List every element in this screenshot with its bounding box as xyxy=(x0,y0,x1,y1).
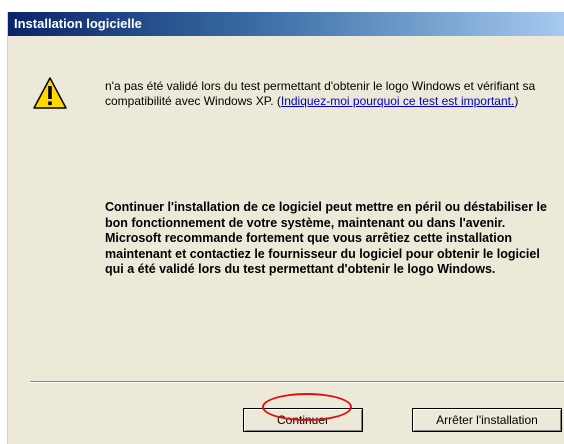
window-title: Installation logicielle xyxy=(14,16,142,31)
warning-message: Continuer l'installation de ce logiciel … xyxy=(105,200,547,276)
compatibility-message: n'a pas été validé lors du test permetta… xyxy=(105,79,564,109)
stop-installation-button[interactable]: Arrêter l'installation xyxy=(412,408,562,432)
closing-paren: ) xyxy=(514,94,519,108)
why-important-link[interactable]: Indiquez-moi pourquoi ce test est import… xyxy=(281,94,514,108)
continue-button[interactable]: Continuer xyxy=(243,408,363,432)
separator-line xyxy=(30,381,564,383)
title-bar[interactable]: Installation logicielle xyxy=(8,12,564,36)
dialog-window: Installation logicielle n'a pas été vali… xyxy=(7,12,564,444)
warning-icon xyxy=(33,77,67,109)
